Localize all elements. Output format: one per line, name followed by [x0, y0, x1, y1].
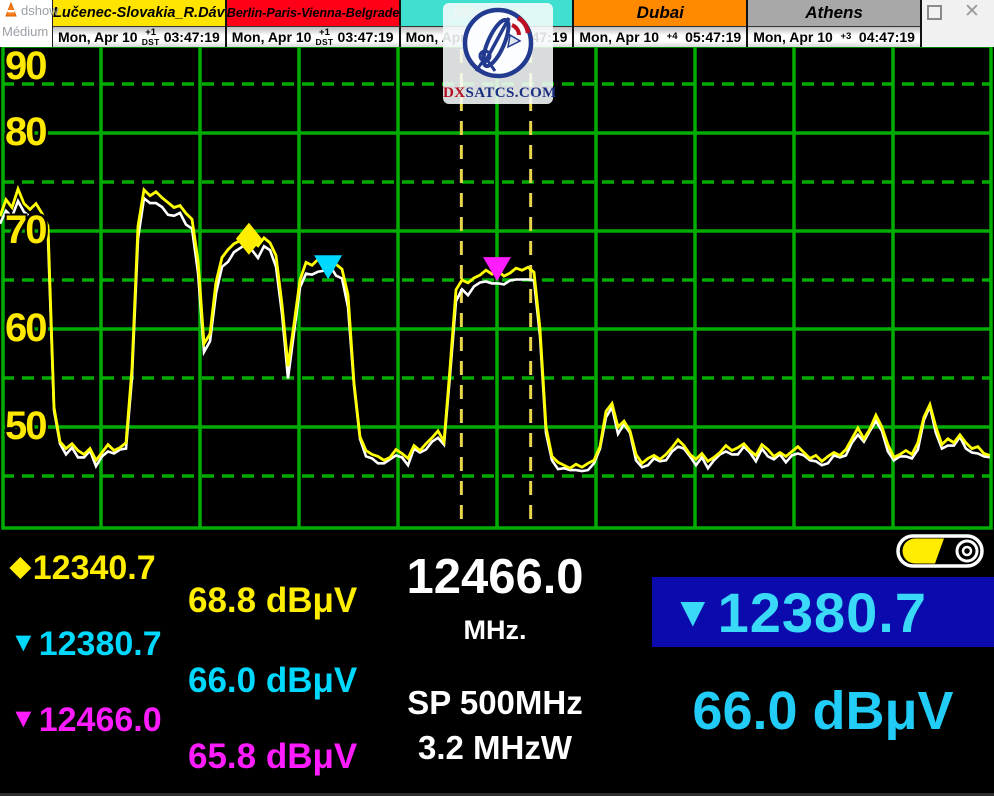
clock-time: 04:47:19	[859, 29, 915, 45]
vlc-source-label: dshow	[21, 3, 59, 18]
clock-time-row: Mon, Apr 10 +1 DST 03:47:19	[227, 27, 399, 47]
y-axis-label: 80	[5, 112, 46, 152]
clock-time-row: Mon, Apr 10 +3 04:47:19	[748, 27, 920, 47]
marker-c-triangle[interactable]	[483, 257, 511, 281]
clock-date: Mon, Apr 10	[232, 29, 312, 45]
clock-city: Lučenec-Slovakia_R.Dávid	[53, 0, 225, 27]
window-title-area: ✕	[922, 0, 994, 47]
diamond-marker-icon: ◆	[10, 551, 31, 581]
clock-city: Dubai	[574, 0, 746, 27]
clock-city: Athens	[748, 0, 920, 27]
marker-a-frequency: ◆12340.7	[10, 549, 156, 588]
clock-time: 03:47:19	[164, 29, 220, 45]
marker-a-diamond[interactable]	[236, 223, 262, 255]
dxsatcs-logo-text: DXSATCS.COM	[443, 85, 553, 102]
battery-icon[interactable]	[896, 534, 986, 568]
vlc-cone-icon	[3, 2, 19, 18]
clock-tz: +4	[667, 32, 678, 42]
marker-b-level: 66.0 dBμV	[188, 661, 357, 701]
marker-c-frequency: ▼12466.0	[10, 701, 162, 740]
marker-c-level: 65.8 dBμV	[188, 737, 357, 777]
clock-cell-1[interactable]: Berlin-Paris-Vienna-Belgrade Mon, Apr 10…	[227, 0, 401, 47]
clock-date: Mon, Apr 10	[753, 29, 833, 45]
clock-cell-4[interactable]: Athens Mon, Apr 10 +3 04:47:19	[748, 0, 922, 47]
spectrum-plot[interactable]	[0, 0, 994, 796]
clock-city: Berlin-Paris-Vienna-Belgrade	[227, 0, 399, 27]
clock-tz: +1 DST	[316, 28, 334, 46]
spectrum-analyzer-window: { "header": { "vlc": { "icon": "vlc-cone…	[0, 0, 994, 796]
clock-date: Mon, Apr 10	[579, 29, 659, 45]
triangle-marker-icon: ▼	[10, 627, 37, 657]
vlc-source-area: dshow Médium	[0, 0, 52, 47]
clock-cell-0[interactable]: Lučenec-Slovakia_R.Dávid Mon, Apr 10 +1 …	[53, 0, 227, 47]
clock-date: Mon, Apr 10	[58, 29, 138, 45]
active-marker-frequency: 12380.7	[718, 580, 927, 645]
clock-tz: +1 DST	[142, 28, 160, 46]
y-axis-label: 90	[5, 46, 46, 86]
triangle-marker-icon: ▼	[10, 703, 37, 733]
y-axis-label: 50	[5, 406, 46, 446]
active-marker-level: 66.0 dBμV	[652, 680, 994, 742]
dxsatcs-logo: DXSATCS.COM	[443, 3, 553, 104]
reference-trace	[0, 198, 990, 471]
clock-tz: +3	[840, 32, 851, 42]
y-axis-label: 60	[5, 308, 46, 348]
triangle-marker-icon: ▼	[672, 588, 714, 636]
clock-time: 03:47:19	[338, 29, 394, 45]
vlc-menu-media[interactable]: Médium	[2, 24, 48, 39]
clock-cell-3[interactable]: Dubai Mon, Apr 10 +4 05:47:19	[574, 0, 748, 47]
clock-time: 05:47:19	[685, 29, 741, 45]
clock-time-row: Mon, Apr 10 +1 DST 03:47:19	[53, 27, 225, 47]
clock-time-row: Mon, Apr 10 +4 05:47:19	[574, 27, 746, 47]
satellite-dish-icon	[452, 5, 544, 83]
maximize-button[interactable]	[927, 5, 942, 20]
marker-a-level: 68.8 dBμV	[188, 581, 357, 621]
close-button[interactable]: ✕	[964, 0, 980, 24]
y-axis-label: 70	[5, 210, 46, 250]
active-marker-box[interactable]: ▼ 12380.7	[652, 577, 994, 647]
marker-b-frequency: ▼12380.7	[10, 625, 162, 664]
